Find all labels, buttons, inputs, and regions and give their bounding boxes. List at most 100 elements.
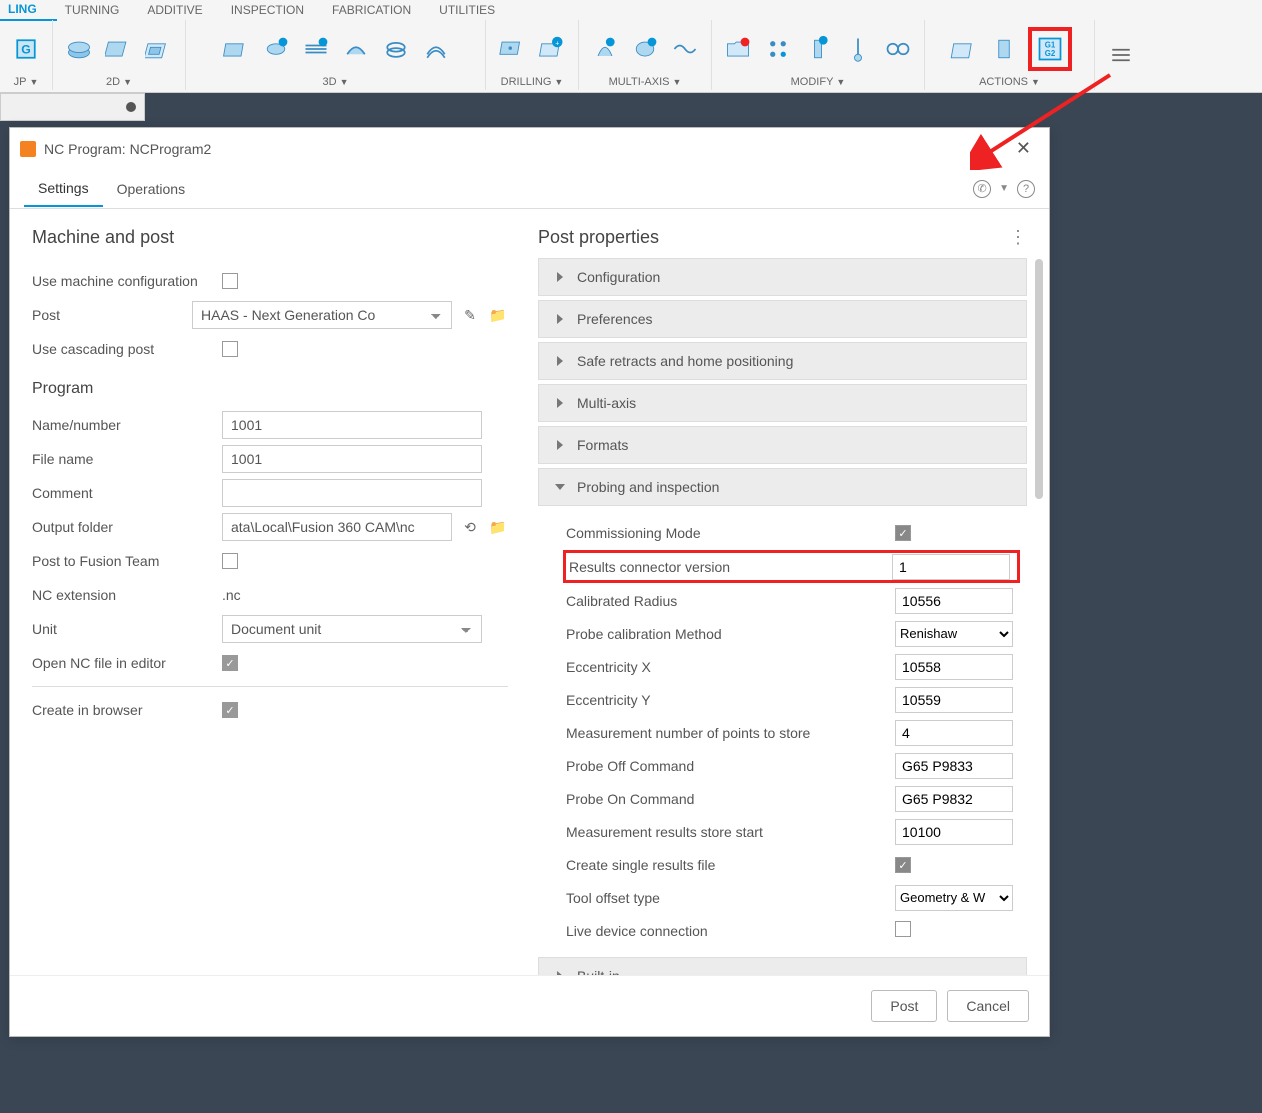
menu-lines-icon[interactable] xyxy=(1105,39,1137,71)
swarf-icon[interactable] xyxy=(589,33,621,65)
drill-icon[interactable] xyxy=(496,33,528,65)
caret-down-icon[interactable]: ▼ xyxy=(123,77,132,87)
caret-down-icon[interactable]: ▼ xyxy=(673,77,682,87)
ribbon-tab-additive[interactable]: ADDITIVE xyxy=(139,0,222,20)
scrollbar[interactable] xyxy=(1035,259,1043,499)
caret-down-icon[interactable]: ▼ xyxy=(836,77,845,87)
calrad-input[interactable] xyxy=(895,588,1013,614)
results-version-input[interactable] xyxy=(892,554,1010,580)
mnp-input[interactable] xyxy=(895,720,1013,746)
cancel-button[interactable]: Cancel xyxy=(947,990,1029,1022)
use-machine-checkbox[interactable] xyxy=(222,273,238,289)
comment-input[interactable] xyxy=(222,479,482,507)
mrs-input[interactable] xyxy=(895,819,1013,845)
calmethod-select[interactable]: Renishaw xyxy=(895,621,1013,647)
browse-post-icon[interactable]: 📁 xyxy=(488,305,508,325)
unit-select[interactable]: Document unit xyxy=(222,615,482,643)
cascading-checkbox[interactable] xyxy=(222,341,238,357)
output-reset-icon[interactable]: ⟲ xyxy=(460,517,480,537)
toolpath-trim-icon[interactable] xyxy=(882,33,914,65)
adaptive-icon[interactable] xyxy=(220,33,252,65)
unit-label: Unit xyxy=(32,621,222,637)
section-multiaxis[interactable]: Multi-axis xyxy=(538,384,1027,422)
post-button[interactable]: Post xyxy=(871,990,937,1022)
tab-operations[interactable]: Operations xyxy=(103,172,199,206)
settings-panel: Machine and post Use machine configurati… xyxy=(10,209,530,975)
probe-icon[interactable] xyxy=(842,33,874,65)
caret-down-icon[interactable]: ▼ xyxy=(554,77,563,87)
more-options-icon[interactable]: ⋮ xyxy=(1009,227,1027,248)
pon-input[interactable] xyxy=(895,786,1013,812)
commissioning-label: Commissioning Mode xyxy=(566,525,895,541)
section-formats[interactable]: Formats xyxy=(538,426,1027,464)
edit-post-icon[interactable]: ✎ xyxy=(460,305,480,325)
caret-down-icon[interactable]: ▼ xyxy=(29,77,38,87)
file-input[interactable] xyxy=(222,445,482,473)
simulate-icon[interactable] xyxy=(988,33,1020,65)
contour2d-icon[interactable] xyxy=(103,33,135,65)
phone-icon[interactable]: ✆ xyxy=(973,180,991,198)
name-input[interactable] xyxy=(222,411,482,439)
csrf-checkbox[interactable]: ✓ xyxy=(895,857,911,873)
tot-select[interactable]: Geometry & W xyxy=(895,885,1013,911)
ribbon-tab-inspection[interactable]: INSPECTION xyxy=(223,0,324,20)
contour-icon[interactable] xyxy=(340,33,372,65)
probing-body: Commissioning Mode✓ Results connector ve… xyxy=(538,510,1027,957)
ramp-icon[interactable] xyxy=(380,33,412,65)
nc-program-dialog: NC Program: NCProgram2 ✕ Settings Operat… xyxy=(9,127,1050,1037)
multiaxis-contour-icon[interactable] xyxy=(629,33,661,65)
setup-icon[interactable]: G xyxy=(10,33,42,65)
post-process-icon[interactable]: G1G2 xyxy=(1028,27,1072,71)
ribbon-group-2d-label: 2D xyxy=(106,76,120,88)
chevron-right-icon xyxy=(557,356,563,366)
ribbon-group-2d: 2D▼ xyxy=(53,20,186,90)
openeditor-checkbox[interactable]: ✓ xyxy=(222,655,238,671)
ldc-checkbox[interactable] xyxy=(895,921,911,937)
generate-icon[interactable] xyxy=(948,33,980,65)
folder-icon[interactable] xyxy=(722,33,754,65)
ribbon-tab-utilities[interactable]: UTILITIES xyxy=(431,0,515,20)
chevron-right-icon xyxy=(557,398,563,408)
program-heading: Program xyxy=(32,380,508,398)
fusionteam-checkbox[interactable] xyxy=(222,553,238,569)
ribbon-tab-fabrication[interactable]: FABRICATION xyxy=(324,0,431,20)
dialog-title: NC Program: NCProgram2 xyxy=(44,141,211,157)
section-safe-retracts[interactable]: Safe retracts and home positioning xyxy=(538,342,1027,380)
chevron-right-icon xyxy=(557,440,563,450)
svg-text:G1: G1 xyxy=(1044,40,1055,49)
output-input[interactable] xyxy=(222,513,452,541)
post-select[interactable]: HAAS - Next Generation Co xyxy=(192,301,452,329)
ncext-label: NC extension xyxy=(32,587,222,603)
browser-tab-dot-icon[interactable] xyxy=(126,102,136,112)
horizontal-icon[interactable] xyxy=(260,33,292,65)
createbrowser-checkbox[interactable]: ✓ xyxy=(222,702,238,718)
poff-input[interactable] xyxy=(895,753,1013,779)
parallel-icon[interactable] xyxy=(300,33,332,65)
commissioning-checkbox[interactable]: ✓ xyxy=(895,525,911,541)
ecx-input[interactable] xyxy=(895,654,1013,680)
results-version-label: Results connector version xyxy=(569,559,892,575)
post-label: Post xyxy=(32,307,192,323)
ribbon-tab-turning[interactable]: TURNING xyxy=(57,0,140,20)
ribbon-tab-milling[interactable]: LING xyxy=(0,0,57,21)
hole-recognition-icon[interactable]: + xyxy=(536,33,568,65)
pattern-icon[interactable] xyxy=(762,33,794,65)
section-builtin[interactable]: Built-in xyxy=(538,957,1027,975)
ecy-input[interactable] xyxy=(895,687,1013,713)
flow-icon[interactable] xyxy=(669,33,701,65)
section-configuration[interactable]: Configuration xyxy=(538,258,1027,296)
help-icon[interactable]: ? xyxy=(1017,180,1035,198)
output-browse-icon[interactable]: 📁 xyxy=(488,517,508,537)
caret-down-icon[interactable]: ▼ xyxy=(340,77,349,87)
pocket2d-icon[interactable] xyxy=(143,33,175,65)
ribbon-group-multiaxis-label: MULTI-AXIS xyxy=(609,76,670,88)
pencil-icon[interactable] xyxy=(420,33,452,65)
section-probing[interactable]: Probing and inspection xyxy=(538,468,1027,506)
manual-nc-icon[interactable] xyxy=(802,33,834,65)
section-preferences[interactable]: Preferences xyxy=(538,300,1027,338)
ncext-value: .nc xyxy=(222,587,241,603)
chevron-down-icon[interactable]: ▼ xyxy=(999,183,1009,194)
ribbon-group-multiaxis: MULTI-AXIS▼ xyxy=(579,20,712,90)
tab-settings[interactable]: Settings xyxy=(24,171,103,207)
face-icon[interactable] xyxy=(63,33,95,65)
